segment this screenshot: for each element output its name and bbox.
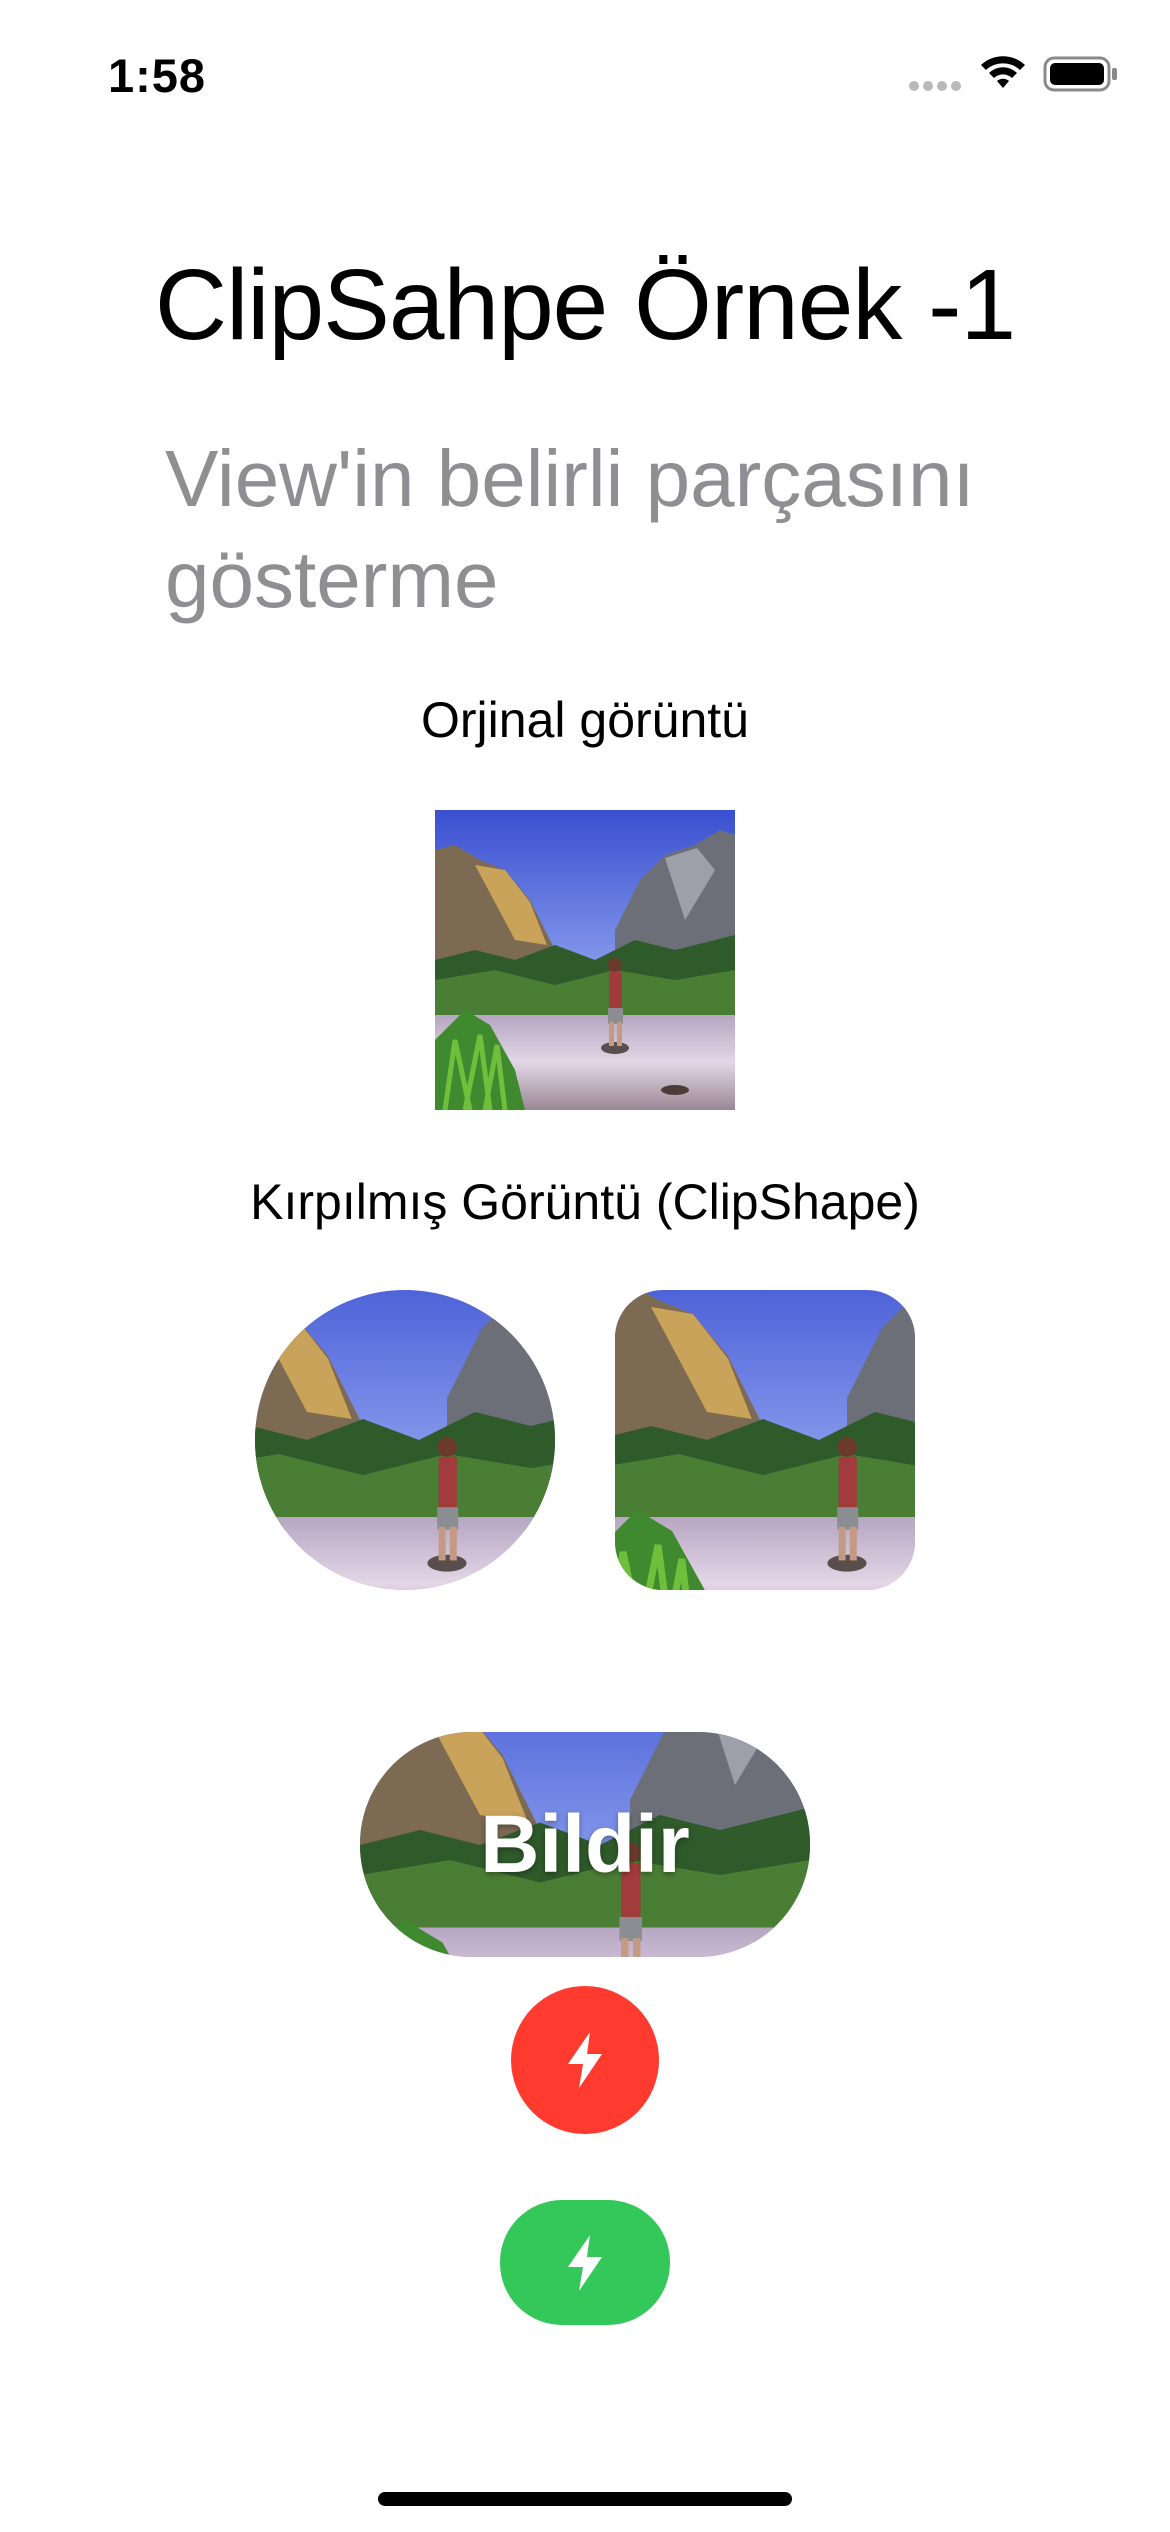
red-flash-button[interactable] xyxy=(511,1986,659,2134)
wifi-icon xyxy=(981,56,1025,88)
status-time: 1:58 xyxy=(108,49,207,102)
bolt-icon xyxy=(568,2032,602,2088)
bildir-button[interactable]: Bildir xyxy=(360,1732,810,1957)
circle-clipped-image xyxy=(255,1290,555,1590)
bolt-icon xyxy=(568,2234,602,2291)
battery-icon xyxy=(1043,56,1117,92)
status-bar: 1:58 xyxy=(0,0,1170,150)
original-image-label: Orjinal görüntü xyxy=(421,692,749,748)
page-subtitle: View'in belirli parçasını gösterme xyxy=(165,434,975,624)
clipped-image-label: Kırpılmış Görüntü (ClipShape) xyxy=(250,1174,920,1230)
home-indicator[interactable] xyxy=(378,2492,792,2506)
page-title: ClipSahpe Örnek -1 xyxy=(154,249,1016,361)
rounded-rect-clipped-image xyxy=(615,1290,915,1590)
cellular-signal-icon xyxy=(909,81,961,91)
original-image xyxy=(435,810,735,1110)
green-flash-button[interactable] xyxy=(500,2200,670,2325)
bildir-button-label: Bildir xyxy=(480,1798,690,1890)
